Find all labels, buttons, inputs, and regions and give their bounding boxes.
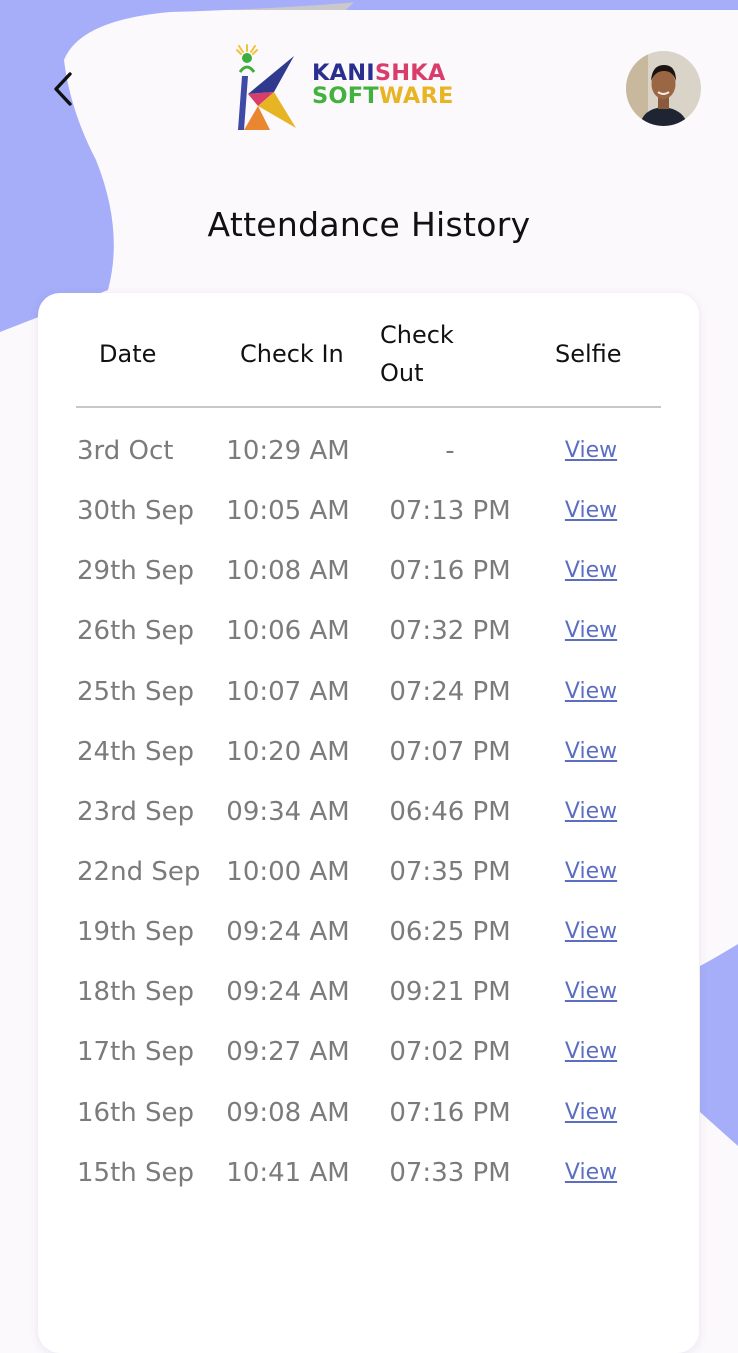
- row-date: 3rd Oct: [77, 436, 174, 466]
- row-date: 25th Sep: [77, 676, 195, 707]
- row-check-in: 10:29 AM: [226, 436, 350, 466]
- row-check-out: 07:16 PM: [389, 556, 511, 587]
- row-check-in: 09:34 AM: [226, 796, 350, 827]
- view-selfie-link[interactable]: View: [541, 1083, 641, 1143]
- row-date: 16th Sep: [77, 1097, 195, 1128]
- top-right-blob: [346, 0, 738, 10]
- view-selfie-link[interactable]: View: [541, 481, 641, 541]
- row-check-out: 07:07 PM: [389, 736, 511, 767]
- logo-line-2: SOFTWARE: [312, 85, 454, 108]
- row-date: 22nd Sep: [77, 856, 201, 887]
- table-row: 3rd Oct 10:29 AM - View: [38, 421, 699, 481]
- table-row: 15th Sep 10:41 AM 07:33 PM View: [38, 1143, 699, 1203]
- table-row: 25th Sep 10:07 AM 07:24 PM View: [38, 662, 699, 722]
- view-selfie-link[interactable]: View: [541, 1022, 641, 1082]
- chevron-left-icon: [54, 72, 72, 106]
- row-date: 30th Sep: [77, 496, 195, 527]
- column-header-date: Date: [99, 340, 157, 368]
- row-date: 29th Sep: [77, 556, 195, 587]
- table-row: 29th Sep 10:08 AM 07:16 PM View: [38, 541, 699, 601]
- column-header-selfie: Selfie: [555, 340, 622, 368]
- table-row: 18th Sep 09:24 AM 09:21 PM View: [38, 962, 699, 1022]
- row-check-out: 07:16 PM: [389, 1097, 511, 1128]
- row-date: 24th Sep: [77, 736, 195, 767]
- row-check-in: 10:41 AM: [226, 1157, 350, 1188]
- row-check-in: 10:07 AM: [226, 676, 350, 707]
- column-header-check-in: Check In: [240, 340, 344, 368]
- page-title: Attendance History: [207, 205, 531, 244]
- row-check-out: 09:21 PM: [389, 977, 511, 1008]
- row-check-in: 10:08 AM: [226, 556, 350, 587]
- logo-wordmark: KANISHKA SOFTWARE: [312, 62, 454, 108]
- row-check-out: 07:13 PM: [389, 496, 511, 527]
- company-logo: KANISHKA SOFTWARE: [234, 44, 494, 134]
- row-check-in: 09:27 AM: [226, 1037, 350, 1068]
- row-date: 17th Sep: [77, 1037, 195, 1068]
- row-check-in: 10:00 AM: [226, 856, 350, 887]
- view-selfie-link[interactable]: View: [541, 1143, 641, 1203]
- view-selfie-link[interactable]: View: [541, 662, 641, 722]
- row-check-out: 06:25 PM: [389, 917, 511, 948]
- table-row: 30th Sep 10:05 AM 07:13 PM View: [38, 481, 699, 541]
- logo-soft: SOFT: [312, 83, 379, 109]
- view-selfie-link[interactable]: View: [541, 601, 641, 661]
- table-row: 16th Sep 09:08 AM 07:16 PM View: [38, 1083, 699, 1143]
- row-check-out: 07:24 PM: [389, 676, 511, 707]
- back-button[interactable]: [40, 66, 86, 112]
- row-check-in: 10:05 AM: [226, 496, 350, 527]
- view-selfie-link[interactable]: View: [541, 782, 641, 842]
- row-check-in: 09:24 AM: [226, 977, 350, 1008]
- row-date: 26th Sep: [77, 616, 195, 647]
- table-row: 19th Sep 09:24 AM 06:25 PM View: [38, 902, 699, 962]
- row-check-in: 10:20 AM: [226, 736, 350, 767]
- table-row: 24th Sep 10:20 AM 07:07 PM View: [38, 722, 699, 782]
- view-selfie-link[interactable]: View: [541, 902, 641, 962]
- row-date: 19th Sep: [77, 917, 195, 948]
- row-check-in: 09:08 AM: [226, 1097, 350, 1128]
- row-check-out: 07:02 PM: [389, 1037, 511, 1068]
- bottom-right-blob: [700, 944, 738, 1146]
- view-selfie-link[interactable]: View: [541, 421, 641, 481]
- kanishka-logo-mark: [236, 44, 296, 130]
- avatar[interactable]: [626, 51, 701, 126]
- row-check-in: 09:24 AM: [226, 917, 350, 948]
- view-selfie-link[interactable]: View: [541, 722, 641, 782]
- row-check-in: 10:06 AM: [226, 616, 350, 647]
- table-row: 26th Sep 10:06 AM 07:32 PM View: [38, 601, 699, 661]
- view-selfie-link[interactable]: View: [541, 541, 641, 601]
- attendance-rows: 3rd Oct 10:29 AM - View 30th Sep 10:05 A…: [38, 421, 699, 1203]
- row-check-out: -: [445, 436, 455, 466]
- logo-ware: WARE: [378, 83, 454, 109]
- user-avatar-photo: [626, 51, 701, 126]
- row-date: 23rd Sep: [77, 796, 195, 827]
- table-row: 17th Sep 09:27 AM 07:02 PM View: [38, 1022, 699, 1082]
- row-date: 15th Sep: [77, 1157, 195, 1188]
- table-row: 22nd Sep 10:00 AM 07:35 PM View: [38, 842, 699, 902]
- view-selfie-link[interactable]: View: [541, 962, 641, 1022]
- row-date: 18th Sep: [77, 977, 195, 1008]
- row-check-out: 07:33 PM: [389, 1157, 511, 1188]
- header-divider: [76, 406, 661, 408]
- view-selfie-link[interactable]: View: [541, 842, 641, 902]
- row-check-out: 07:32 PM: [389, 616, 511, 647]
- table-row: 23rd Sep 09:34 AM 06:46 PM View: [38, 782, 699, 842]
- attendance-table-card: Date Check In Check Out Selfie 3rd Oct 1…: [38, 293, 699, 1353]
- row-check-out: 07:35 PM: [389, 856, 511, 887]
- row-check-out: 06:46 PM: [389, 796, 511, 827]
- column-header-check-out: Check Out: [380, 321, 454, 387]
- logo-line-1: KANISHKA: [312, 62, 454, 85]
